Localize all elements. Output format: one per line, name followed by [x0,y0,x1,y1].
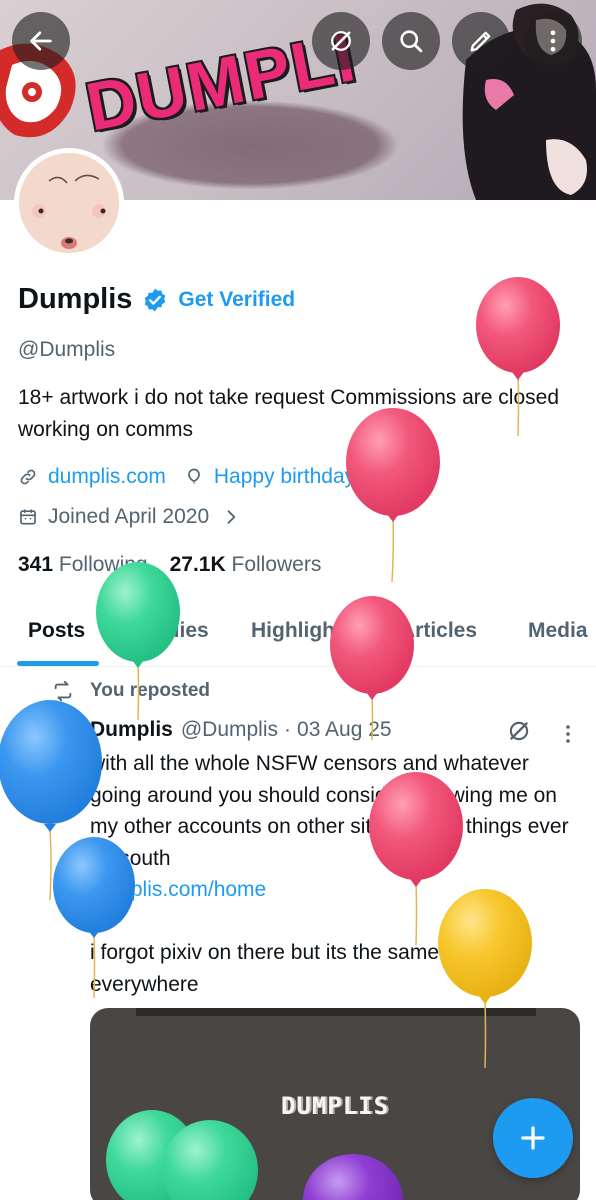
profile-avatar[interactable] [14,148,124,258]
get-verified-link[interactable]: Get Verified [178,288,295,312]
pencil-icon [470,31,491,52]
post-author-name[interactable]: Dumplis [90,718,173,742]
post-link[interactable]: dumplis.com/home [90,874,570,906]
grok-button[interactable] [312,12,370,70]
following-stat[interactable]: 341 Following [18,553,148,577]
search-button[interactable] [382,12,440,70]
tab-replies[interactable]: Replies [134,619,209,643]
calendar-icon [20,509,36,525]
balloon-blue [0,700,102,901]
post-text-paragraph: with all the whole NSFW censors and what… [90,752,569,870]
verified-badge-icon[interactable] [142,287,168,313]
media-top-bar [136,1008,536,1016]
repost-indicator: You reposted [52,680,210,702]
more-options-button[interactable] [524,12,582,70]
display-name: Dumplis [18,283,133,315]
post-author-handle[interactable]: @Dumplis [181,718,278,742]
avatar-face-art [19,153,119,253]
followers-label: Followers [231,553,322,576]
joined-date: Joined April 2020 [48,505,210,528]
chevron-right-icon [227,510,236,524]
compose-post-button[interactable] [493,1098,573,1178]
post-grok-icon[interactable] [506,718,532,744]
balloon-icon [188,468,200,484]
following-label: Following [58,553,148,576]
post-media-image[interactable]: DUMPLIS [90,1008,580,1200]
profile-handle: @Dumplis [18,338,116,361]
more-vertical-icon [550,30,556,52]
website-link[interactable]: dumplis.com [48,465,166,489]
post-text-paragraph-2: i forgot pixiv on there but its the same… [90,941,526,996]
profile-tabs: Posts Replies Highlights Articles Media [0,605,596,667]
link-icon [20,469,36,485]
profile-name-row: Dumplis Get Verified [18,283,295,316]
post-more-icon[interactable] [556,722,580,746]
edit-button[interactable] [452,12,510,70]
post-text: with all the whole NSFW censors and what… [90,748,570,1000]
profile-meta-row: dumplis.com Happy birthday! [18,465,361,489]
active-tab-indicator [17,661,99,666]
follow-stats-row: 341 Following 27.1K Followers [18,553,321,577]
joined-row[interactable]: Joined April 2020 [18,505,241,529]
tab-highlights[interactable]: Highlights [251,619,354,643]
following-count: 341 [18,553,54,576]
followers-count: 27.1K [169,553,226,576]
plus-icon [521,1126,545,1150]
arrow-left-icon [30,31,52,51]
repost-icon [54,680,72,702]
post-date[interactable]: 03 Aug 25 [297,718,392,742]
tab-posts[interactable]: Posts [28,619,85,643]
repost-label: You reposted [90,680,210,701]
profile-bio: 18+ artwork i do not take request Commis… [18,386,560,441]
grok-icon [331,31,351,51]
birthday-link[interactable]: Happy birthday! [214,465,361,489]
followers-stat[interactable]: 27.1K Followers [170,553,322,577]
tab-media[interactable]: Media [528,619,588,643]
post-separator: · [284,718,292,741]
post-header: Dumplis @Dumplis · 03 Aug 25 [90,718,392,742]
tab-articles[interactable]: Articles [400,619,477,643]
search-icon [400,30,423,53]
back-button[interactable] [12,12,70,70]
